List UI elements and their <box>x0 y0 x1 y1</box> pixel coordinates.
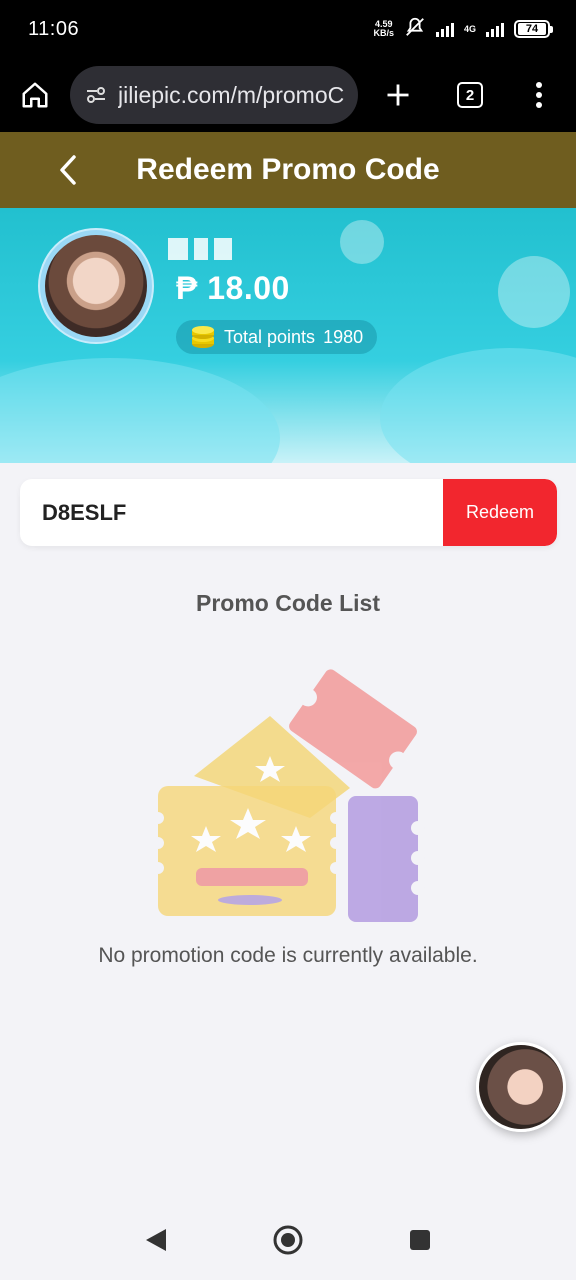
decor-bubble <box>340 220 384 264</box>
new-tab-button[interactable] <box>358 58 438 132</box>
browser-toolbar: jiliepic.com/m/promoC 2 <box>0 58 576 132</box>
tune-icon[interactable] <box>84 83 108 107</box>
back-button[interactable] <box>48 150 88 190</box>
points-label: Total points <box>224 326 316 347</box>
tabs-icon: 2 <box>457 82 483 108</box>
mute-icon <box>404 16 426 43</box>
address-bar[interactable]: jiliepic.com/m/promoC <box>70 66 358 124</box>
plus-icon <box>387 84 409 106</box>
profile-hero: ₱ 18.00 Total points 1980 <box>0 208 576 463</box>
status-bar: 11:06 4.59 KB/s 4G 74 <box>0 0 576 58</box>
home-button[interactable] <box>0 58 70 132</box>
redeem-form: Redeem <box>20 479 557 546</box>
battery-level: 74 <box>525 23 539 35</box>
decor-wave <box>0 358 280 463</box>
balance: ₱ 18.00 <box>176 270 290 306</box>
signal-icon-2 <box>486 21 504 37</box>
decor-wave <box>380 348 576 463</box>
avatar-image <box>45 235 147 337</box>
username-redacted <box>168 238 238 260</box>
chevron-left-icon <box>60 155 76 185</box>
tab-count: 2 <box>465 86 475 104</box>
floating-chat-avatar[interactable] <box>476 1042 566 1132</box>
square-recents-icon <box>410 1230 430 1250</box>
home-icon <box>22 82 48 108</box>
redeem-button[interactable]: Redeem <box>443 479 557 546</box>
net-speed-unit: KB/s <box>373 28 394 38</box>
promo-list-title: Promo Code List <box>195 590 380 616</box>
triangle-back-icon <box>146 1229 166 1251</box>
promo-code-input[interactable] <box>20 479 443 546</box>
points-badge: Total points 1980 <box>176 320 378 354</box>
net-speed: 4.59 KB/s <box>373 20 394 38</box>
circle-home-icon <box>273 1225 303 1255</box>
status-icons: 4.59 KB/s 4G 74 <box>373 16 553 43</box>
network-type: 4G <box>463 23 476 34</box>
page-title: Redeem Promo Code <box>136 153 440 186</box>
avatar[interactable] <box>38 228 154 344</box>
system-nav-bar <box>0 1200 576 1280</box>
nav-back-button[interactable] <box>136 1220 176 1260</box>
coin-stack-icon <box>192 326 214 348</box>
decor-bubble <box>498 256 570 328</box>
nav-recents-button[interactable] <box>400 1220 440 1260</box>
more-vert-icon <box>536 82 542 108</box>
menu-button[interactable] <box>502 58 576 132</box>
points-value: 1980 <box>323 326 364 347</box>
url-text: jiliepic.com/m/promoC <box>118 81 345 108</box>
status-time: 11:06 <box>28 17 80 40</box>
page-header: Redeem Promo Code <box>0 132 576 208</box>
empty-state-message: No promotion code is currently available… <box>98 944 478 967</box>
nav-home-button[interactable] <box>268 1220 308 1260</box>
empty-tickets-illustration <box>152 669 425 922</box>
signal-icon <box>435 21 454 37</box>
tabs-button[interactable]: 2 <box>438 58 502 132</box>
battery-icon: 74 <box>514 20 553 38</box>
